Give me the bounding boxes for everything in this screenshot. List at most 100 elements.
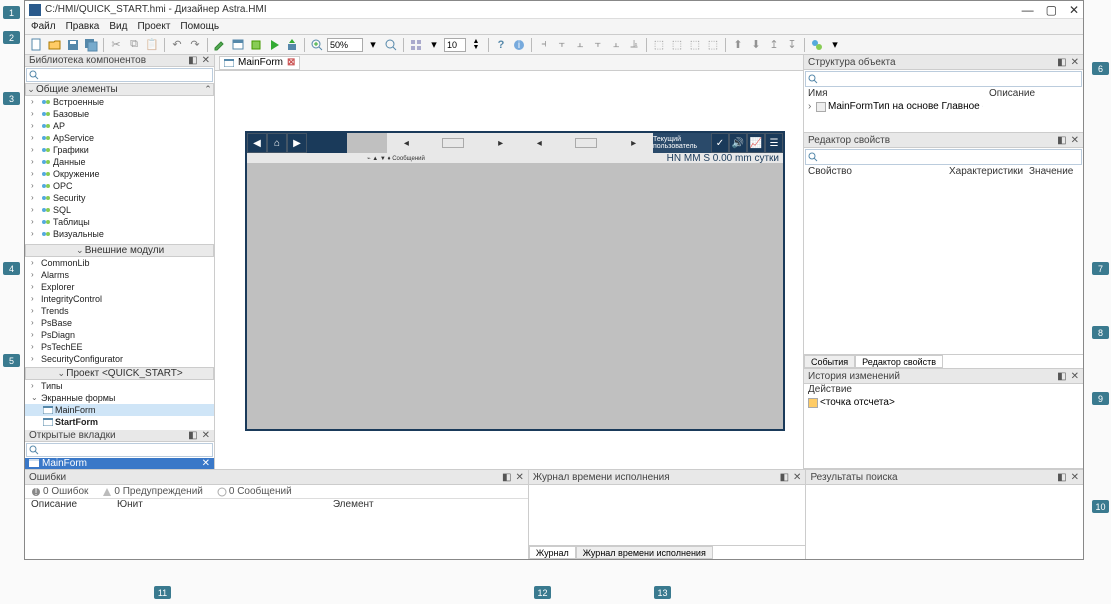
grid-size-input[interactable] <box>444 38 466 52</box>
design-canvas[interactable]: ◀ ⌂ ▶ ◂▸ ◂▸ Текущий пользователь ✓ 🔊 <box>215 71 803 469</box>
tree-item[interactable]: ›Встроенные <box>25 96 214 108</box>
close-icon[interactable]: ✕ <box>1071 57 1079 68</box>
align-vcenter-icon[interactable]: ⫠ <box>608 37 624 53</box>
align-bottom-icon[interactable]: ⫡ <box>626 37 642 53</box>
tree-item[interactable]: ›SQL <box>25 204 214 216</box>
check-icon[interactable]: ✓ <box>711 133 729 153</box>
menu-view[interactable]: Вид <box>109 21 127 32</box>
backward-icon[interactable]: ↧ <box>784 37 800 53</box>
close-icon[interactable]: ✕ <box>515 472 523 483</box>
align-hcenter-icon[interactable]: ⫟ <box>554 37 570 53</box>
forward-icon[interactable]: ↥ <box>766 37 782 53</box>
warn-count[interactable]: 0 Предупреждений <box>102 486 202 497</box>
align-top-icon[interactable]: ⫟ <box>590 37 606 53</box>
tree-item[interactable]: ›PsTechEE <box>25 341 214 353</box>
saveall-icon[interactable] <box>83 37 99 53</box>
dock-icon[interactable]: ◧ <box>1057 57 1066 68</box>
history-row[interactable]: <точка отсчета> <box>804 396 1083 409</box>
tree-item[interactable]: ›Alarms <box>25 269 214 281</box>
chevron-down-icon[interactable]: ▾ <box>426 37 442 53</box>
maximize-button[interactable]: ▢ <box>1046 3 1057 17</box>
node-forms[interactable]: ⌄Экранные формы <box>25 392 214 404</box>
dock-icon[interactable]: ◧ <box>502 472 511 483</box>
nav-back-icon[interactable]: ◀ <box>247 133 267 153</box>
nav-fwd-icon[interactable]: ▶ <box>287 133 307 153</box>
dock-icon[interactable]: ◧ <box>1057 371 1066 382</box>
group-project[interactable]: ⌄Проект <QUICK_START> <box>25 367 214 380</box>
dist-h-icon[interactable]: ⬚ <box>651 37 667 53</box>
front-icon[interactable]: ⬆ <box>730 37 746 53</box>
dock-icon[interactable]: ◧ <box>780 472 789 483</box>
close-icon[interactable]: ✕ <box>202 55 210 66</box>
form-icon[interactable] <box>230 37 246 53</box>
tree-item[interactable]: ›Данные <box>25 156 214 168</box>
paste-icon[interactable]: 📋 <box>144 37 160 53</box>
structure-search[interactable] <box>805 71 1082 87</box>
menu-edit[interactable]: Правка <box>66 21 100 32</box>
tree-item[interactable]: ›Визуальные <box>25 228 214 240</box>
play-icon[interactable] <box>266 37 282 53</box>
copy-icon[interactable]: ⧉ <box>126 37 142 53</box>
chevron-down-icon[interactable]: ▾ <box>365 37 381 53</box>
close-button[interactable]: ✕ <box>1069 3 1079 17</box>
tab-journal[interactable]: Журнал <box>529 546 576 559</box>
tree-item[interactable]: ›Таблицы <box>25 216 214 228</box>
info-icon[interactable]: i <box>511 37 527 53</box>
node-mainform[interactable]: MainForm <box>25 404 214 416</box>
tab-mainform[interactable]: MainForm ⊠ <box>219 56 300 70</box>
tab-propeditor[interactable]: Редактор свойств <box>855 355 943 368</box>
dist-v-icon[interactable]: ⬚ <box>669 37 685 53</box>
zoomfit-icon[interactable] <box>309 37 325 53</box>
error-count[interactable]: !0 Ошибок <box>31 486 88 497</box>
tree-item[interactable]: ›CommonLib <box>25 257 214 269</box>
type-icon[interactable] <box>248 37 264 53</box>
tree-item[interactable]: ›ApService <box>25 132 214 144</box>
tree-item[interactable]: ›Explorer <box>25 281 214 293</box>
cut-icon[interactable]: ✂ <box>108 37 124 53</box>
tab-events[interactable]: События <box>804 355 855 368</box>
open-tab-mainform[interactable]: MainForm ✕ <box>25 458 214 469</box>
node-startform[interactable]: StartForm <box>25 416 214 428</box>
tree-item[interactable]: ›IntegrityControl <box>25 293 214 305</box>
tree-item[interactable]: ›Trends <box>25 305 214 317</box>
zoom-input[interactable] <box>327 38 363 52</box>
list-icon[interactable]: ☰ <box>765 133 783 153</box>
close-icon[interactable]: ✕ <box>1071 371 1079 382</box>
new-icon[interactable] <box>29 37 45 53</box>
close-icon[interactable]: ✕ <box>793 472 801 483</box>
tree-item[interactable]: ›OPC <box>25 180 214 192</box>
dock-icon[interactable]: ◧ <box>188 55 197 66</box>
menu-help[interactable]: Помощь <box>180 21 219 32</box>
spinner-icon[interactable]: ▲▼ <box>468 37 484 53</box>
group-external[interactable]: ⌄Внешние модули <box>25 244 214 257</box>
same-h-icon[interactable]: ⬚ <box>705 37 721 53</box>
zoomout-icon[interactable] <box>383 37 399 53</box>
tree-item[interactable]: ›PsDiagn <box>25 329 214 341</box>
menu-file[interactable]: Файл <box>31 21 56 32</box>
tree-item[interactable]: ›Окружение <box>25 168 214 180</box>
close-icon[interactable]: ⊠ <box>287 57 295 68</box>
help-icon[interactable]: ? <box>493 37 509 53</box>
same-w-icon[interactable]: ⬚ <box>687 37 703 53</box>
dock-icon[interactable]: ◧ <box>1057 135 1066 146</box>
tree-item[interactable]: ›PsBase <box>25 317 214 329</box>
minimize-button[interactable]: — <box>1022 3 1034 17</box>
chevron-down-icon[interactable]: ▾ <box>827 37 843 53</box>
props-search[interactable] <box>805 149 1082 165</box>
nav-home-icon[interactable]: ⌂ <box>267 133 287 153</box>
tree-item[interactable]: ›Графики <box>25 144 214 156</box>
tree-item[interactable]: ›SecurityConfigurator <box>25 353 214 365</box>
close-icon[interactable]: ✕ <box>1071 135 1079 146</box>
dock-icon[interactable]: ◧ <box>1057 472 1066 483</box>
back-icon[interactable]: ⬇ <box>748 37 764 53</box>
group-common[interactable]: ⌄Общие элементы⌃ <box>25 83 214 96</box>
align-left-icon[interactable]: ⫞ <box>536 37 552 53</box>
structure-row[interactable]: ›MainFormТип на основе Главное о... <box>804 100 1083 113</box>
close-icon[interactable]: ✕ <box>202 458 210 469</box>
redo-icon[interactable]: ↷ <box>187 37 203 53</box>
chart-icon[interactable]: 📈 <box>747 133 765 153</box>
settings-icon[interactable] <box>809 37 825 53</box>
tree-item[interactable]: ›Security <box>25 192 214 204</box>
opentabs-search[interactable] <box>26 443 213 456</box>
open-icon[interactable] <box>47 37 63 53</box>
